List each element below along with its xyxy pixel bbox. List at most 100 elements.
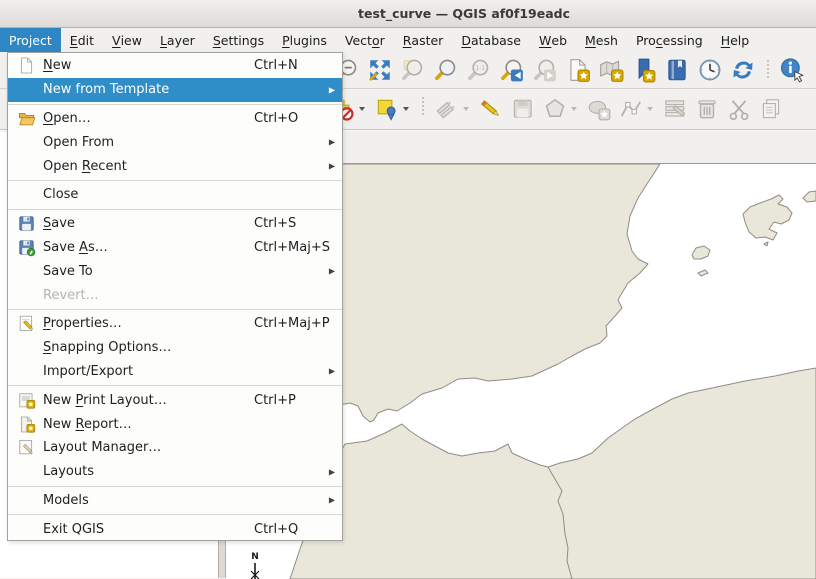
zoom-to-layer-button[interactable] [433, 55, 459, 85]
menu-item-label: Models [43, 493, 89, 508]
menu-item-snapping-options[interactable]: Snapping Options… [8, 336, 342, 360]
menu-item-open-from[interactable]: Open From ▶ [8, 130, 342, 154]
move-feature-button[interactable] [586, 94, 612, 124]
menu-item-label: Open From [43, 135, 114, 150]
menu-item-label: Save As… [43, 240, 108, 255]
add-polygon-feature-button[interactable] [542, 94, 577, 124]
menu-item-label: Open Recent [43, 159, 127, 174]
mallorca-island [743, 195, 792, 240]
toggle-editing-button[interactable] [478, 94, 504, 124]
delete-selected-icon [694, 96, 720, 122]
menubar-item-processing[interactable]: Processing [627, 28, 712, 52]
menu-item-close[interactable]: Close [8, 183, 342, 207]
temporal-controller-icon [697, 57, 723, 83]
small-islet [764, 242, 768, 246]
menu-item-label: New from Template [43, 82, 169, 97]
zoom-last-icon [499, 57, 525, 83]
new-print-layout-icon [15, 390, 37, 410]
menubar: ProjectEditViewLayerSettingsPluginsVecto… [0, 28, 816, 52]
temporal-controller-button[interactable] [697, 55, 723, 85]
menubar-item-edit[interactable]: Edit [61, 28, 103, 52]
menu-item-models[interactable]: Models▶ [8, 489, 342, 513]
north-arrow-label: N [251, 552, 259, 562]
menu-icon-spacer [15, 261, 37, 281]
identify-features-icon [779, 57, 805, 83]
save-layer-edits-button[interactable] [510, 94, 536, 124]
menu-icon-spacer [15, 361, 37, 381]
menu-item-import-export[interactable]: Import/Export▶ [8, 360, 342, 384]
zoom-to-selection-button[interactable] [400, 55, 426, 85]
identify-features-button[interactable] [779, 55, 805, 85]
dropdown-caret-icon [647, 107, 653, 111]
vertex-tool-button[interactable] [618, 94, 653, 124]
current-edits-icon [434, 96, 460, 122]
toolbar-separator [767, 60, 772, 78]
toggle-editing-icon [478, 96, 504, 122]
copy-features-icon [758, 96, 784, 122]
menu-item-label: Save [43, 216, 75, 231]
menubar-item-database[interactable]: Database [452, 28, 530, 52]
menubar-item-web[interactable]: Web [530, 28, 576, 52]
menubar-item-vector[interactable]: Vector [336, 28, 394, 52]
layout-manager-icon [15, 438, 37, 458]
menu-item-new[interactable]: NewCtrl+N [8, 54, 342, 78]
dropdown-caret-icon [463, 107, 469, 111]
menubar-item-help[interactable]: Help [712, 28, 759, 52]
dropdown-caret-icon [403, 107, 409, 111]
cut-features-button[interactable] [726, 94, 752, 124]
svg-text:1:1: 1:1 [476, 65, 486, 72]
new-file-icon [15, 56, 37, 76]
titlebar: test_curve — QGIS af0f19eadc [0, 0, 816, 28]
current-edits-button[interactable] [434, 94, 469, 124]
zoom-next-button[interactable] [532, 55, 558, 85]
menu-item-shortcut: Ctrl+Q [254, 522, 298, 537]
menu-item-new-print-layout[interactable]: New Print Layout…Ctrl+P [8, 388, 342, 412]
menu-item-label: New [43, 58, 71, 73]
submenu-arrow-icon: ▶ [329, 138, 335, 147]
select-features-by-value-button[interactable] [374, 94, 409, 124]
menu-item-label: New Report… [43, 417, 132, 432]
menubar-item-project[interactable]: Project [0, 28, 61, 52]
menubar-item-mesh[interactable]: Mesh [576, 28, 627, 52]
menu-item-new-report[interactable]: New Report… [8, 412, 342, 436]
menu-item-save-as[interactable]: Save As… Ctrl+Maj+S [8, 236, 342, 260]
menu-item-properties[interactable]: Properties…Ctrl+Maj+P [8, 312, 342, 336]
menu-item-save-to[interactable]: Save To▶ [8, 259, 342, 283]
copy-features-button[interactable] [758, 94, 784, 124]
zoom-to-layer-icon [433, 57, 459, 83]
save-layer-edits-icon [510, 96, 536, 122]
menubar-item-layer[interactable]: Layer [151, 28, 204, 52]
menu-item-shortcut: Ctrl+O [254, 111, 298, 126]
modify-attributes-icon [662, 96, 688, 122]
new-spatial-bookmark-button[interactable] [565, 55, 591, 85]
show-spatial-bookmarks-button[interactable] [598, 55, 624, 85]
menu-icon-spacer [15, 132, 37, 152]
zoom-full-extent-button[interactable] [367, 55, 393, 85]
refresh-button[interactable] [730, 55, 756, 85]
zoom-native-resolution-button[interactable]: 1:1 [466, 55, 492, 85]
delete-selected-button[interactable] [694, 94, 720, 124]
menubar-item-plugins[interactable]: Plugins [273, 28, 336, 52]
menu-item-exit-qgis[interactable]: Exit QGISCtrl+Q [8, 517, 342, 541]
zoom-last-button[interactable] [499, 55, 525, 85]
menu-item-save[interactable]: SaveCtrl+S [8, 212, 342, 236]
bookmark-manager-icon [664, 57, 690, 83]
folder-open-icon [15, 108, 37, 128]
menu-item-new-from-template[interactable]: New from Template▶ [8, 78, 342, 102]
menu-item-layouts[interactable]: Layouts▶ [8, 460, 342, 484]
bookmark-star-button[interactable] [631, 55, 657, 85]
menu-item-open-recent[interactable]: Open Recent ▶ [8, 154, 342, 178]
bookmark-manager-button[interactable] [664, 55, 690, 85]
dropdown-caret-icon [571, 107, 577, 111]
menubar-item-settings[interactable]: Settings [204, 28, 273, 52]
menu-item-layout-manager[interactable]: Layout Manager… [8, 436, 342, 460]
ibiza-island [692, 246, 710, 259]
modify-attributes-button[interactable] [662, 94, 688, 124]
submenu-arrow-icon: ▶ [329, 161, 335, 170]
menubar-item-raster[interactable]: Raster [394, 28, 453, 52]
menu-item-label: Save To [43, 264, 93, 279]
menu-item-open[interactable]: Open…Ctrl+O [8, 107, 342, 131]
menu-item-label: Layout Manager… [43, 440, 161, 455]
menubar-item-view[interactable]: View [103, 28, 151, 52]
menu-item-shortcut: Ctrl+Maj+S [254, 240, 330, 255]
